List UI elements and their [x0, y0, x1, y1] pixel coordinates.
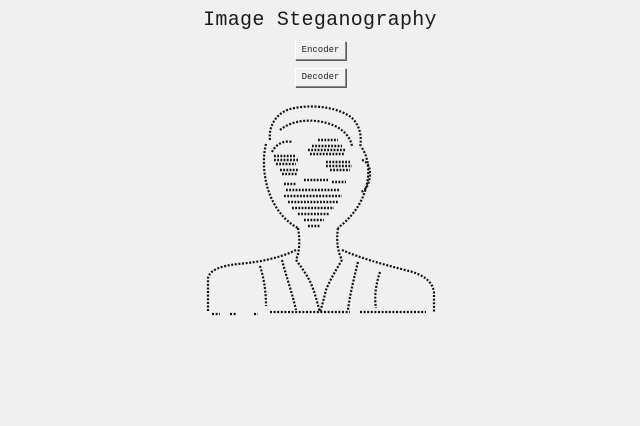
decoder-button[interactable]: Decoder: [295, 68, 346, 87]
app-title: Image Steganography: [203, 9, 437, 32]
encoder-button[interactable]: Encoder: [295, 41, 346, 60]
ascii-portrait-image: [206, 105, 436, 316]
